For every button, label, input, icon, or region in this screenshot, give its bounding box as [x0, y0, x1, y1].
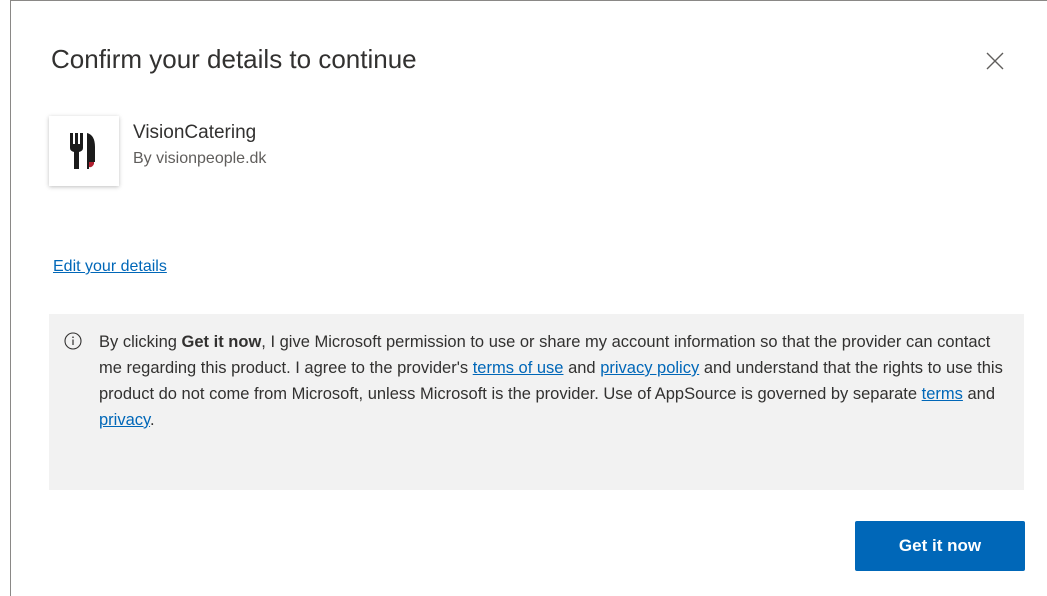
terms-of-use-link[interactable]: terms of use	[473, 359, 564, 377]
app-logo	[49, 116, 119, 186]
terms-link[interactable]: terms	[922, 385, 963, 403]
consent-text-part: and	[563, 359, 601, 377]
dialog-title: Confirm your details to continue	[51, 44, 417, 74]
consent-bold-cta: Get it now	[181, 333, 262, 351]
close-button[interactable]	[979, 45, 1011, 77]
info-icon	[64, 332, 82, 350]
app-summary: VisionCatering By visionpeople.dk	[49, 116, 266, 186]
get-it-now-button[interactable]: Get it now	[855, 521, 1025, 571]
consent-text-part: By clicking	[99, 333, 182, 351]
fork-knife-logo-icon	[70, 133, 95, 169]
consent-text-part: .	[150, 411, 155, 429]
consent-notice: By clicking Get it now, I give Microsoft…	[49, 314, 1024, 490]
app-publisher: By visionpeople.dk	[133, 150, 267, 167]
privacy-policy-link[interactable]: privacy policy	[600, 359, 699, 377]
privacy-link[interactable]: privacy	[99, 411, 150, 429]
edit-details-link[interactable]: Edit your details	[53, 258, 167, 276]
consent-text: By clicking Get it now, I give Microsoft…	[99, 329, 1004, 433]
consent-text-part: and	[962, 385, 996, 403]
app-name: VisionCatering	[133, 122, 257, 143]
confirm-dialog: Confirm your details to continue VisionC…	[10, 0, 1047, 596]
close-icon	[986, 52, 1004, 70]
